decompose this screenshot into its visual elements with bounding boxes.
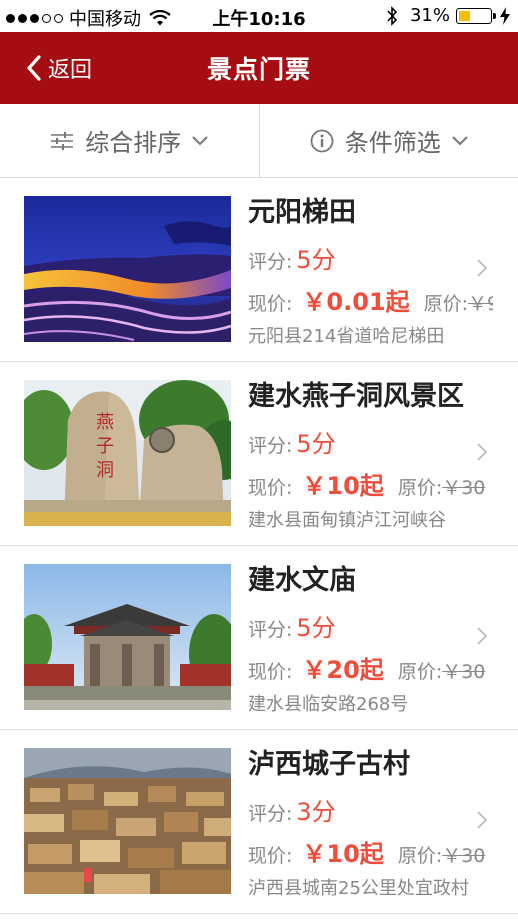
chevron-right-icon — [477, 811, 488, 829]
rating-label: 评分: — [248, 803, 293, 825]
list-item[interactable]: 元阳梯田 评分: 5分 现价: ￥0.01起 原价: ￥90 元阳县214省道哈… — [0, 178, 518, 362]
rating-value: 5分 — [296, 430, 336, 458]
list-item[interactable]: 建水文庙 评分: 5分 现价: ￥20起 原价: ￥30 建水县临安路268号 — [0, 546, 518, 730]
attraction-info: 建水燕子洞风景区 评分: 5分 现价: ￥10起 原价: ￥30 建水县面甸镇泸… — [248, 378, 493, 532]
filter-bar: 综合排序 条件筛选 — [0, 104, 518, 178]
rating-label: 评分: — [248, 619, 293, 641]
svg-text:洞: 洞 — [96, 460, 114, 481]
current-price-label: 现价: — [248, 845, 293, 867]
battery-icon — [456, 7, 496, 24]
chevron-right-icon — [477, 627, 488, 645]
rating-row: 评分: 5分 — [248, 424, 493, 460]
rating-row: 评分: 3分 — [248, 792, 493, 828]
price-row: 现价: ￥0.01起 原价: ￥90 — [248, 282, 493, 318]
attraction-image — [24, 748, 231, 894]
rating-value: 3分 — [296, 798, 336, 826]
rating-label: 评分: — [248, 251, 293, 273]
price-row: 现价: ￥20起 原价: ￥30 — [248, 650, 493, 686]
rating-label: 评分: — [248, 435, 293, 457]
current-price: ￥20起 — [302, 656, 384, 684]
list-item[interactable]: 泸西城子古村 评分: 3分 现价: ￥10起 原价: ￥30 泸西县城南25公里… — [0, 730, 518, 914]
nav-header: 返回 景点门票 — [0, 32, 518, 104]
attraction-info: 元阳梯田 评分: 5分 现价: ￥0.01起 原价: ￥90 元阳县214省道哈… — [248, 194, 493, 348]
attraction-image — [24, 196, 231, 342]
status-bar: 中国移动 上午10:16 31% — [0, 0, 518, 32]
current-price-label: 现价: — [248, 477, 293, 499]
list-item[interactable]: 燕 子 洞 建水燕子洞风景区 评分: 5分 现价: ￥10起 原价: ￥30 建… — [0, 362, 518, 546]
current-price: ￥0.01起 — [302, 288, 410, 316]
original-price-label: 原价: — [397, 661, 443, 683]
current-price-label: 现价: — [248, 661, 293, 683]
price-row: 现价: ￥10起 原价: ￥30 — [248, 466, 493, 502]
attraction-address: 建水县临安路268号 — [248, 694, 409, 715]
original-price: ￥90 — [468, 293, 493, 315]
current-price-label: 现价: — [248, 293, 293, 315]
wifi-icon — [149, 10, 171, 26]
status-left: 中国移动 — [6, 5, 171, 31]
attraction-name: 泸西城子古村 — [248, 749, 410, 780]
price-row: 现价: ￥10起 原价: ￥30 — [248, 834, 493, 870]
carrier-name: 中国移动 — [69, 9, 141, 30]
current-price: ￥10起 — [302, 472, 384, 500]
charging-icon — [500, 6, 510, 25]
attraction-info: 泸西城子古村 评分: 3分 现价: ￥10起 原价: ￥30 泸西县城南25公里… — [248, 746, 493, 900]
info-icon — [310, 129, 334, 152]
chevron-right-icon — [477, 259, 488, 277]
rating-row: 评分: 5分 — [248, 608, 493, 644]
svg-text:子: 子 — [96, 436, 114, 457]
chevron-right-icon — [477, 443, 488, 461]
original-price: ￥30 — [442, 661, 486, 683]
bluetooth-icon — [387, 5, 398, 26]
svg-text:燕: 燕 — [96, 412, 114, 433]
rating-value: 5分 — [296, 246, 336, 274]
status-right: 31% — [386, 5, 510, 26]
sliders-icon — [51, 131, 74, 150]
chevron-down-icon — [192, 135, 208, 145]
attraction-list: 元阳梯田 评分: 5分 现价: ￥0.01起 原价: ￥90 元阳县214省道哈… — [0, 178, 518, 914]
chevron-down-icon — [452, 135, 468, 145]
attraction-name: 建水燕子洞风景区 — [248, 381, 464, 412]
original-price: ￥30 — [442, 845, 486, 867]
filter-label: 条件筛选 — [344, 129, 441, 157]
attraction-image: 燕 子 洞 — [24, 380, 231, 526]
rating-value: 5分 — [296, 614, 336, 642]
page-title: 景点门票 — [206, 55, 311, 84]
attraction-address: 建水县面甸镇泸江河峡谷 — [248, 510, 446, 531]
original-price: ￥30 — [442, 477, 486, 499]
current-price: ￥10起 — [302, 840, 384, 868]
filter-dropdown[interactable]: 条件筛选 — [258, 104, 518, 177]
attraction-address: 泸西县城南25公里处宜政村 — [248, 878, 469, 899]
original-price-label: 原价: — [397, 845, 443, 867]
sort-dropdown[interactable]: 综合排序 — [0, 104, 259, 177]
rating-row: 评分: 5分 — [248, 240, 493, 276]
original-price-label: 原价: — [397, 477, 443, 499]
sort-label: 综合排序 — [85, 129, 182, 157]
battery-percent: 31% — [409, 5, 450, 26]
attraction-address: 元阳县214省道哈尼梯田 — [248, 326, 445, 347]
signal-icon — [6, 13, 63, 23]
attraction-name: 建水文庙 — [248, 565, 356, 596]
attraction-info: 建水文庙 评分: 5分 现价: ￥20起 原价: ￥30 建水县临安路268号 — [248, 562, 493, 716]
attraction-image — [24, 564, 231, 710]
attraction-name: 元阳梯田 — [248, 197, 356, 228]
original-price-label: 原价: — [423, 293, 469, 315]
